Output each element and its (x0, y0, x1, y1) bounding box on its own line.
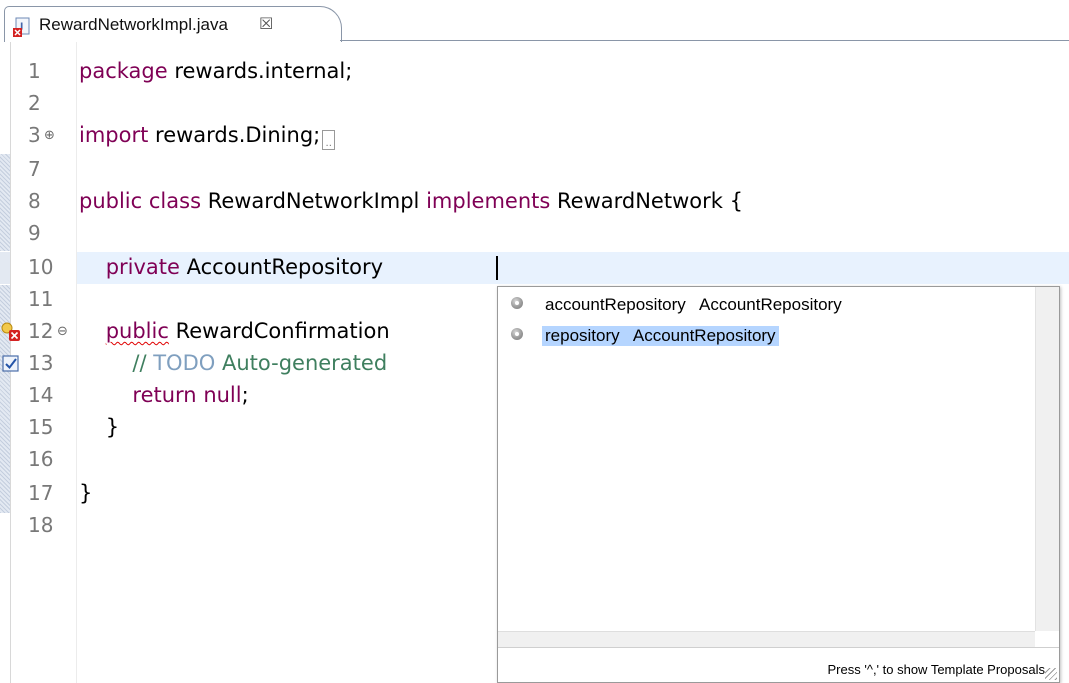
code-text[interactable]: package rewards.internal; (79, 59, 352, 83)
code-text[interactable]: import rewards.Dining;.. (79, 123, 336, 150)
keyword: private (105, 255, 180, 279)
comment: // (132, 351, 154, 375)
code-text[interactable]: public RewardConfirmation (79, 319, 390, 343)
proposal-item[interactable]: accountRepository AccountRepository (498, 291, 1035, 319)
line-number: 10 (28, 255, 54, 279)
tab-underline (340, 40, 1069, 41)
todo-tag: TODO (153, 351, 216, 375)
code-text[interactable]: public class RewardNetworkImpl implement… (79, 189, 743, 213)
task-checkbox-icon[interactable] (0, 353, 22, 375)
code-text[interactable]: } (79, 481, 92, 505)
line-number: 16 (28, 447, 54, 471)
line-number: 1 (28, 59, 41, 83)
proposal-list[interactable]: accountRepository AccountRepository repo… (498, 287, 1035, 631)
error-quickfix-icon[interactable] (0, 321, 22, 343)
code-token: ; (241, 383, 249, 407)
fold-expand-icon[interactable]: ⊕ (44, 128, 55, 143)
keyword: package (79, 59, 168, 83)
line-number: 15 (28, 415, 54, 439)
keyword: class (148, 189, 202, 213)
code-line: 7 (0, 154, 1069, 186)
line-number: 8 (28, 189, 41, 213)
popup-status-bar: Press '^,' to show Template Proposals (498, 647, 1059, 682)
fold-collapse-icon[interactable]: ⊖ (57, 324, 68, 339)
code-line: 8 public class RewardNetworkImpl impleme… (0, 186, 1069, 218)
code-text[interactable]: return null; (79, 383, 249, 407)
vertical-scrollbar[interactable] (1035, 287, 1059, 631)
close-icon[interactable]: ☒ (259, 14, 273, 33)
editor-tab[interactable]: J RewardNetworkImpl.java ☒ (4, 6, 342, 42)
code-token: RewardNetwork { (550, 189, 743, 213)
line-number: 13 (28, 351, 54, 375)
editor-tab-bar: J RewardNetworkImpl.java ☒ (0, 0, 1069, 42)
keyword: import (79, 123, 149, 147)
code-line: 3 ⊕ import rewards.Dining;.. (0, 120, 1069, 152)
proposal-label: accountRepository AccountRepository (545, 295, 842, 314)
keyword: null (203, 383, 242, 407)
keyword: return (132, 383, 197, 407)
keyword: implements (426, 189, 551, 213)
line-number: 7 (28, 157, 41, 181)
code-token: AccountRepository (179, 255, 390, 279)
code-token: } (105, 415, 120, 439)
line-number: 17 (28, 481, 54, 505)
code-token: rewards.Dining; (148, 123, 321, 147)
field-proposal-icon (511, 297, 523, 309)
field-proposal-icon (511, 328, 523, 340)
horizontal-scrollbar[interactable] (498, 631, 1035, 647)
template-proposals-hint: Press '^,' to show Template Proposals (827, 662, 1045, 677)
code-line-current: 10 private AccountRepository (0, 252, 1069, 284)
line-number: 12 (28, 319, 54, 343)
text-caret (496, 256, 498, 280)
code-token: RewardConfirmation (168, 319, 390, 343)
line-number: 18 (28, 513, 54, 537)
collapsed-imports-icon[interactable]: .. (322, 130, 336, 150)
resize-grip-icon[interactable] (1045, 668, 1057, 680)
line-number: 11 (28, 287, 54, 311)
line-number: 9 (28, 221, 41, 245)
code-token: rewards.internal; (167, 59, 353, 83)
code-text[interactable]: } (79, 415, 119, 439)
proposal-label: repository AccountRepository (542, 326, 779, 346)
content-assist-popup: accountRepository AccountRepository repo… (497, 286, 1060, 683)
proposal-item-selected[interactable]: repository AccountRepository (498, 322, 1035, 350)
keyword-error: public (105, 319, 169, 343)
code-line: 2 (0, 88, 1069, 120)
code-text[interactable]: private AccountRepository (79, 255, 390, 279)
code-token: RewardNetworkImpl (201, 189, 427, 213)
tab-title: RewardNetworkImpl.java (39, 15, 228, 34)
code-line: 9 (0, 218, 1069, 250)
code-line: 1 package rewards.internal; (0, 56, 1069, 88)
line-number: 14 (28, 383, 54, 407)
keyword: public (79, 189, 143, 213)
line-number: 2 (28, 91, 41, 115)
code-token: } (79, 481, 93, 505)
code-text[interactable]: // TODO Auto-generated (79, 351, 387, 375)
java-file-error-icon: J (13, 17, 30, 37)
comment: Auto-generated (215, 351, 388, 375)
